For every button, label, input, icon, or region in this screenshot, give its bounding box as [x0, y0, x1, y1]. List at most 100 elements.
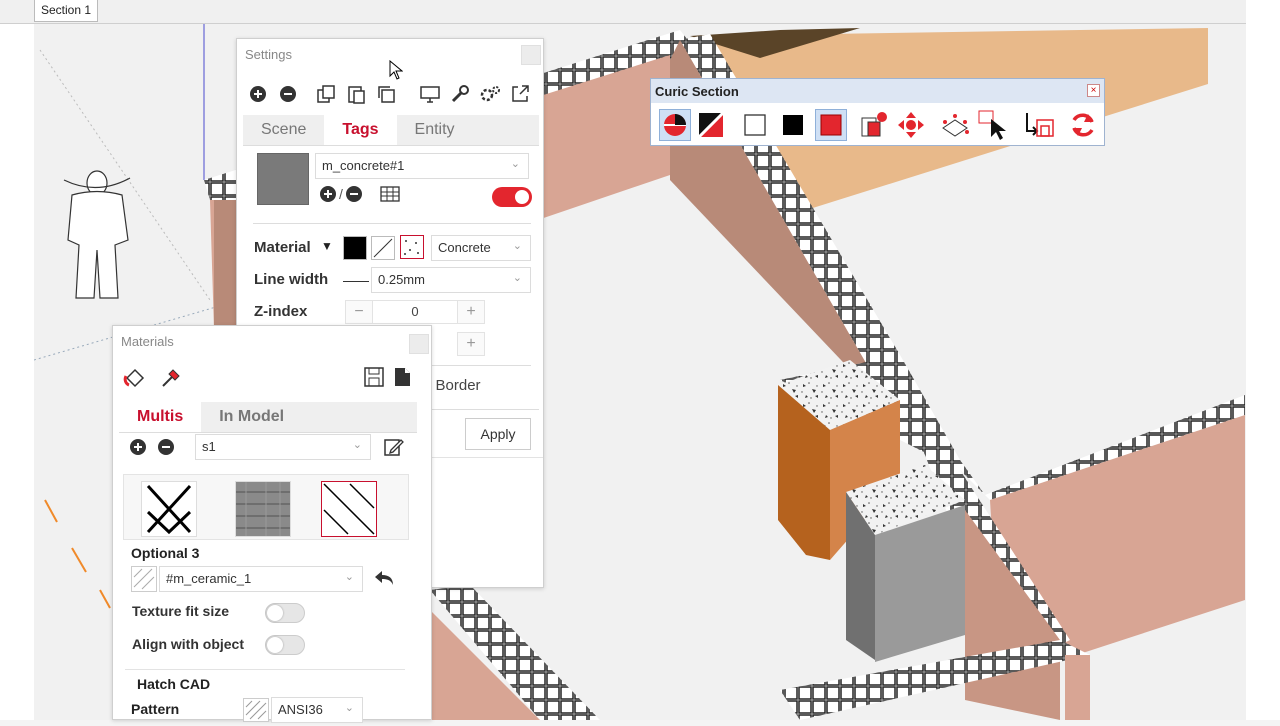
copy-icon[interactable]	[313, 82, 339, 106]
zindex-decrement[interactable]: −	[345, 300, 373, 324]
pattern-thumb	[243, 698, 269, 722]
line-width-select[interactable]: 0.25mm ⌄	[371, 267, 531, 293]
texture-fit-toggle[interactable]	[265, 603, 305, 623]
material-label: Material	[254, 239, 311, 256]
mouse-cursor-icon	[389, 60, 403, 80]
line-width-preview	[343, 281, 369, 282]
black-color-swatch[interactable]	[343, 236, 367, 260]
paste-icon[interactable]	[343, 82, 369, 106]
tab-tags[interactable]: Tags	[324, 115, 397, 145]
reverse-section-icon[interactable]	[1023, 109, 1055, 141]
texture-name-value: #m_ceramic_1	[166, 571, 252, 586]
materials-close-button[interactable]	[409, 334, 429, 354]
material-select[interactable]: Concrete ⌄	[431, 235, 531, 261]
texture-fit-label: Texture fit size	[132, 603, 229, 619]
add-material-icon[interactable]	[129, 438, 147, 456]
tag-name-value: m_concrete#1	[322, 158, 405, 173]
add-icon[interactable]	[245, 82, 271, 106]
black-fill-icon[interactable]	[777, 109, 809, 141]
move-section-icon[interactable]	[895, 109, 927, 141]
refresh-icon[interactable]	[1067, 109, 1099, 141]
texture-select[interactable]: #m_ceramic_1 ⌄	[159, 566, 363, 592]
curic-section-toolbar: Curic Section ×	[650, 78, 1105, 146]
tab-in-model[interactable]: In Model	[201, 402, 302, 432]
align-object-toggle[interactable]	[265, 635, 305, 655]
material-set-value: s1	[202, 439, 216, 454]
right-margin	[1246, 0, 1280, 720]
table-icon[interactable]	[379, 185, 401, 203]
divider	[125, 669, 405, 670]
settings-toolbar	[245, 81, 537, 107]
duplicate-icon[interactable]	[373, 82, 399, 106]
eyedropper-icon[interactable]	[159, 366, 183, 390]
texture-thumb	[131, 566, 157, 592]
texture-x-pattern[interactable]	[141, 481, 197, 537]
line-width-label: Line width	[254, 271, 329, 288]
pattern-value: ANSI36	[278, 702, 323, 717]
zindex-value[interactable]: 0	[373, 300, 457, 324]
material-expand-icon[interactable]: ▼	[321, 239, 333, 253]
materials-panel: Materials Multis In Model s1 ⌄ Optional …	[112, 325, 432, 723]
chevron-down-icon: ⌄	[512, 240, 522, 252]
remove-material-icon[interactable]	[157, 438, 175, 456]
save-icon[interactable]	[363, 366, 385, 388]
materials-title: Materials	[121, 334, 174, 349]
tag-color-swatch[interactable]	[257, 153, 309, 205]
add-remove-separator: /	[339, 186, 343, 202]
material-set-select[interactable]: s1 ⌄	[195, 434, 371, 460]
chevron-down-icon: ⌄	[344, 571, 354, 583]
apply-button[interactable]: Apply	[465, 418, 531, 450]
tag-visibility-toggle[interactable]	[492, 187, 532, 207]
tag-add-remove: /	[319, 185, 401, 203]
paint-bucket-icon[interactable]	[123, 366, 147, 390]
tab-scene[interactable]: Scene	[243, 115, 324, 145]
remove-icon[interactable]	[275, 82, 301, 106]
edit-icon[interactable]	[383, 436, 405, 458]
add-tag-icon[interactable]	[319, 185, 337, 203]
texture-stone[interactable]	[235, 481, 291, 537]
red-fill-icon[interactable]	[815, 109, 847, 141]
no-fill-swatch[interactable]	[371, 236, 395, 260]
zindex-label: Z-index	[254, 303, 308, 320]
tab-entity[interactable]: Entity	[397, 115, 473, 145]
chevron-down-icon: ⌄	[344, 702, 354, 714]
line-width-value: 0.25mm	[378, 272, 425, 287]
hatch-toggle-icon[interactable]	[695, 109, 727, 141]
section-box-icon[interactable]	[939, 109, 971, 141]
tag-name-select[interactable]: m_concrete#1 ⌄	[315, 153, 529, 179]
section-plane-icon[interactable]	[659, 109, 691, 141]
align-object-label: Align with object	[132, 636, 244, 652]
tab-multis[interactable]: Multis	[119, 402, 202, 432]
select-section-icon[interactable]	[977, 109, 1009, 141]
chevron-down-icon: ⌄	[512, 272, 522, 284]
materials-tabs: Multis In Model	[119, 402, 417, 433]
wrench-icon[interactable]	[447, 82, 473, 106]
chevron-down-icon: ⌄	[510, 158, 520, 170]
remove-tag-icon[interactable]	[345, 185, 363, 203]
zindex-increment[interactable]: +	[457, 300, 485, 324]
stepper-increment[interactable]: +	[457, 332, 485, 356]
optional-label: Optional 3	[131, 545, 200, 561]
settings-tabs: Scene Tags Entity	[243, 115, 539, 146]
hatch-cad-label: Hatch CAD	[137, 676, 211, 692]
pattern-select[interactable]: ANSI36 ⌄	[271, 697, 363, 723]
left-margin	[0, 24, 34, 720]
texture-diagonal-hatch[interactable]	[321, 481, 377, 537]
person-figure	[63, 170, 131, 299]
material-value: Concrete	[438, 240, 491, 255]
export-icon[interactable]	[507, 82, 533, 106]
divider	[253, 223, 531, 224]
settings-close-button[interactable]	[521, 45, 541, 65]
scene-tab-bar: Section 1	[0, 0, 1246, 24]
section-display-icon[interactable]	[857, 109, 889, 141]
gears-icon[interactable]	[477, 82, 503, 106]
undo-icon[interactable]	[373, 568, 395, 588]
pattern-swatch[interactable]	[400, 235, 424, 259]
scene-tab-section-1[interactable]: Section 1	[34, 0, 99, 22]
curic-title: Curic Section	[651, 79, 1104, 103]
chevron-down-icon: ⌄	[352, 439, 362, 451]
white-fill-icon[interactable]	[739, 109, 771, 141]
monitor-icon[interactable]	[417, 82, 443, 106]
curic-close-button[interactable]: ×	[1087, 84, 1100, 97]
new-document-icon[interactable]	[391, 366, 413, 388]
